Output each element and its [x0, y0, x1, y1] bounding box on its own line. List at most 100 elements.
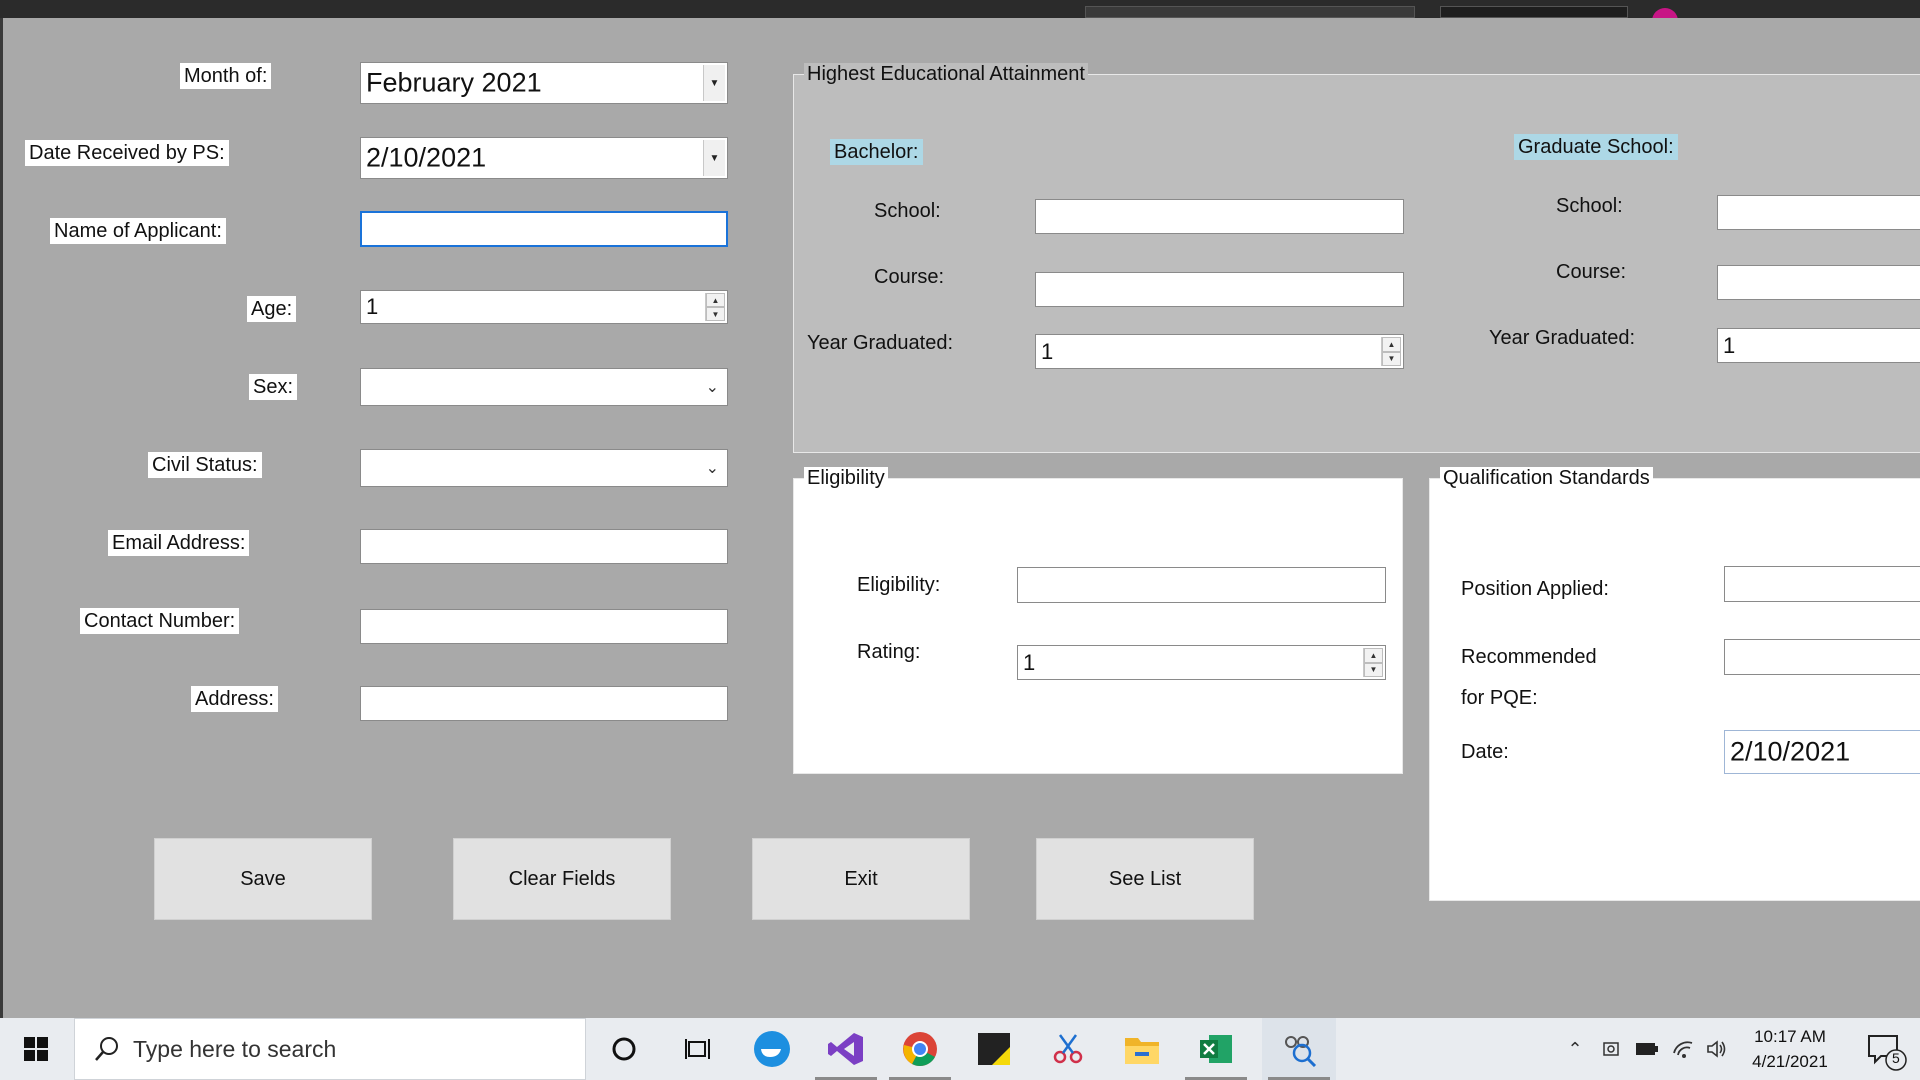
chevron-down-icon[interactable]: ⌄	[706, 377, 719, 397]
graduate-school-input[interactable]	[1717, 195, 1920, 230]
battery-icon[interactable]	[1632, 1018, 1662, 1080]
wifi-icon[interactable]	[1668, 1018, 1698, 1080]
save-button[interactable]: Save	[154, 838, 372, 920]
qualification-date-value: 2/10/2021	[1730, 736, 1851, 767]
dropdown-arrow-icon[interactable]: ▼	[703, 140, 725, 176]
see-list-button[interactable]: See List	[1036, 838, 1254, 920]
chevron-down-icon[interactable]: ▼	[706, 307, 725, 321]
bachelor-school-input[interactable]	[1035, 199, 1404, 234]
graduate-year-stepper[interactable]: 1	[1717, 328, 1920, 363]
address-input[interactable]	[360, 686, 728, 721]
eligibility-group-title: Eligibility	[804, 467, 888, 490]
recommended-input[interactable]	[1724, 639, 1920, 675]
excel-icon[interactable]	[1179, 1018, 1253, 1080]
dropdown-arrow-icon[interactable]: ▼	[703, 65, 725, 101]
address-label: Address:	[191, 686, 278, 712]
graduate-heading: Graduate School:	[1514, 134, 1678, 160]
chevron-up-icon[interactable]: ⌃	[1560, 1018, 1590, 1080]
graduate-course-label: Course:	[1556, 261, 1627, 283]
age-value: 1	[366, 294, 379, 319]
background-window-strip	[0, 0, 1920, 34]
graduate-year-value: 1	[1723, 332, 1736, 358]
month-label: Month of:	[180, 63, 272, 89]
chevron-down-icon[interactable]: ▼	[1364, 662, 1383, 677]
chevron-up-icon[interactable]: ▲	[1364, 648, 1383, 663]
eligibility-group: Eligibility Eligibility: Rating: 1 ▲ ▼	[793, 467, 1403, 774]
clock-date: 4/21/2021	[1752, 1052, 1828, 1071]
background-button	[1440, 6, 1628, 18]
qualification-date-label: Date:	[1461, 741, 1509, 763]
email-input[interactable]	[360, 529, 728, 564]
taskbar-clock[interactable]: 10:17 AM 4/21/2021	[1735, 1024, 1845, 1074]
chrome-icon[interactable]	[883, 1018, 957, 1080]
date-received-value: 2/10/2021	[366, 142, 487, 173]
volume-icon[interactable]	[1702, 1018, 1732, 1080]
chevron-up-icon[interactable]: ▲	[1382, 337, 1401, 352]
bachelor-heading: Bachelor:	[830, 139, 923, 165]
education-group: Highest Educational Attainment Bachelor:…	[793, 63, 1920, 453]
bachelor-year-label: Year Graduated:	[807, 332, 954, 354]
file-explorer-icon[interactable]	[1105, 1018, 1179, 1080]
sex-label: Sex:	[249, 374, 298, 400]
date-received-picker[interactable]: 2/10/2021 ▼	[360, 137, 728, 179]
meet-now-icon[interactable]	[1596, 1018, 1626, 1080]
chevron-down-icon[interactable]: ⌄	[706, 458, 719, 478]
snipping-tool-icon[interactable]	[1031, 1018, 1105, 1080]
sex-select[interactable]: ⌄	[360, 368, 728, 406]
clock-time: 10:17 AM	[1754, 1027, 1826, 1046]
stepper-buttons[interactable]: ▲ ▼	[705, 293, 725, 321]
eligibility-input[interactable]	[1017, 567, 1386, 603]
chevron-up-icon[interactable]: ▲	[706, 293, 725, 307]
position-label: Position Applied:	[1461, 578, 1609, 600]
recommended-label-line-1: Recommended	[1461, 646, 1597, 668]
position-input[interactable]	[1724, 566, 1920, 602]
sticky-notes-icon[interactable]	[957, 1018, 1031, 1080]
taskbar: Type here to search ⌃ 10:17 AM 4/21/2021…	[0, 1018, 1920, 1080]
graduate-year-label: Year Graduated:	[1489, 327, 1636, 349]
month-picker[interactable]: February 2021 ▼	[360, 62, 728, 104]
graduate-course-input[interactable]	[1717, 265, 1920, 300]
search-icon	[95, 1037, 118, 1061]
visual-studio-icon[interactable]	[809, 1018, 883, 1080]
app-search-icon[interactable]	[1262, 1018, 1336, 1080]
rating-value: 1	[1023, 649, 1036, 675]
contact-input[interactable]	[360, 609, 728, 644]
taskbar-search-box[interactable]: Type here to search	[74, 1018, 586, 1080]
qualification-date-picker[interactable]: 2/10/2021	[1724, 730, 1920, 774]
graduate-school-label: School:	[1556, 195, 1623, 217]
bachelor-year-stepper[interactable]: 1 ▲ ▼	[1035, 334, 1404, 369]
month-value: February 2021	[366, 67, 542, 98]
bachelor-course-input[interactable]	[1035, 272, 1404, 307]
clear-fields-button[interactable]: Clear Fields	[453, 838, 671, 920]
start-button[interactable]	[0, 1018, 72, 1080]
notification-icon	[1868, 1035, 1907, 1071]
bachelor-school-label: School:	[874, 200, 941, 222]
rating-label: Rating:	[857, 641, 921, 663]
bachelor-year-value: 1	[1041, 338, 1054, 364]
contact-label: Contact Number:	[80, 608, 240, 634]
rating-stepper[interactable]: 1 ▲ ▼	[1017, 645, 1386, 680]
search-placeholder: Type here to search	[133, 1036, 337, 1062]
docker-icon[interactable]	[735, 1018, 809, 1080]
notification-center-button[interactable]: 5	[1855, 1018, 1915, 1080]
civil-status-label: Civil Status:	[148, 452, 262, 478]
applicant-form-window: Month of: Date Received by PS: Name of A…	[0, 18, 1920, 1018]
date-received-label: Date Received by PS:	[25, 140, 229, 166]
stepper-buttons[interactable]: ▲ ▼	[1363, 648, 1383, 677]
qualification-group: Qualification Standards Position Applied…	[1429, 467, 1920, 901]
bachelor-course-label: Course:	[874, 266, 945, 288]
age-stepper[interactable]: 1 ▲ ▼	[360, 290, 728, 324]
task-view-icon[interactable]	[661, 1018, 735, 1080]
background-search-box	[1085, 6, 1415, 18]
email-label: Email Address:	[108, 530, 250, 556]
notification-count-badge: 5	[1892, 1050, 1900, 1066]
civil-status-select[interactable]: ⌄	[360, 449, 728, 487]
eligibility-label: Eligibility:	[857, 574, 941, 596]
name-input[interactable]	[360, 211, 728, 247]
chevron-down-icon[interactable]: ▼	[1382, 351, 1401, 366]
cortana-icon[interactable]	[587, 1018, 661, 1080]
age-label: Age:	[247, 296, 297, 322]
exit-button[interactable]: Exit	[752, 838, 970, 920]
stepper-buttons[interactable]: ▲ ▼	[1381, 337, 1401, 366]
education-group-title: Highest Educational Attainment	[804, 63, 1088, 86]
